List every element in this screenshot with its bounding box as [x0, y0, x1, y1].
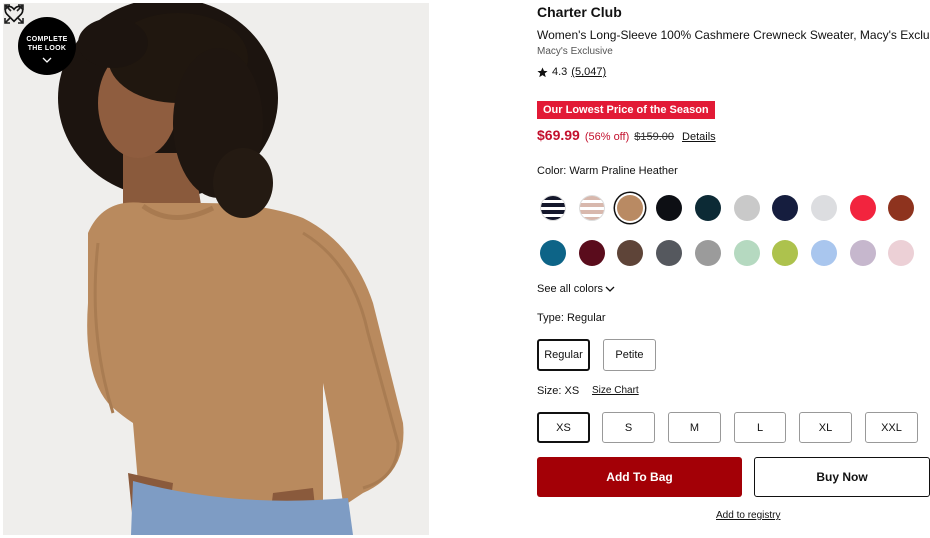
color-swatch-pink[interactable] — [888, 240, 915, 266]
product-image[interactable]: COMPLETE THE LOOK — [3, 3, 429, 535]
sale-price: $69.99 — [537, 127, 580, 143]
model-photo — [3, 3, 429, 535]
color-swatch-dark-teal[interactable] — [694, 195, 721, 221]
size-m-button[interactable]: M — [668, 412, 721, 443]
complete-the-look-button[interactable]: COMPLETE THE LOOK — [18, 17, 76, 75]
color-swatch-lime[interactable] — [772, 240, 799, 266]
exclusive-label: Macy's Exclusive — [537, 46, 613, 57]
type-petite-button[interactable]: Petite — [603, 339, 656, 371]
color-swatch-brown[interactable] — [617, 240, 644, 266]
discount-percent: (56% off) — [584, 131, 630, 143]
color-swatch-warm-praline-heather[interactable] — [617, 195, 644, 221]
add-to-bag-button[interactable]: Add To Bag — [537, 457, 742, 497]
add-to-registry-link[interactable]: Add to registry — [716, 510, 780, 521]
size-l-button[interactable]: L — [734, 412, 786, 443]
price-row: $69.99 (56% off) $159.00 Details — [537, 127, 716, 143]
color-swatch-teal-blue[interactable] — [540, 240, 566, 266]
color-swatch-light-blue[interactable] — [810, 240, 837, 266]
rating[interactable]: 4.3 (5,047) — [537, 66, 606, 78]
color-swatch-red[interactable] — [849, 195, 876, 221]
size-xxl-button[interactable]: XXL — [865, 412, 918, 443]
see-all-colors-link[interactable]: See all colors — [537, 283, 615, 295]
color-swatch-lilac[interactable] — [849, 240, 876, 266]
color-swatch-beige-white-stripe[interactable] — [578, 195, 605, 221]
price-details-link[interactable]: Details — [682, 131, 716, 143]
color-swatch-charcoal[interactable] — [656, 240, 683, 266]
color-swatch-black[interactable] — [656, 195, 683, 221]
product-title: Women's Long-Sleeve 100% Cashmere Crewne… — [537, 28, 930, 42]
color-swatch-grey-heather[interactable] — [694, 240, 721, 266]
chevron-down-icon — [42, 57, 52, 63]
size-xs-button[interactable]: XS — [537, 412, 590, 443]
size-xl-button[interactable]: XL — [799, 412, 852, 443]
color-label: Color: Warm Praline Heather — [537, 165, 678, 177]
badge-line2: THE LOOK — [27, 45, 67, 52]
color-swatch-burgundy[interactable] — [578, 240, 605, 266]
type-label: Type: Regular — [537, 312, 606, 324]
rating-value: 4.3 — [552, 66, 568, 78]
buy-now-button[interactable]: Buy Now — [754, 457, 930, 497]
promo-badge: Our Lowest Price of the Season — [537, 101, 715, 119]
color-swatch-navy[interactable] — [772, 195, 799, 221]
color-swatch-mint[interactable] — [733, 240, 760, 266]
size-label: Size: XS — [537, 385, 580, 397]
size-chart-link[interactable]: Size Chart — [592, 385, 639, 396]
color-swatch-light-grey-heather[interactable] — [733, 195, 760, 221]
type-regular-button[interactable]: Regular — [537, 339, 590, 371]
chevron-down-icon — [605, 286, 615, 292]
color-swatch-rust[interactable] — [888, 195, 915, 221]
color-swatch-navy-white-stripe[interactable] — [540, 195, 566, 221]
star-icon — [537, 66, 548, 77]
color-swatch-pale-grey[interactable] — [810, 195, 837, 221]
brand-link[interactable]: Charter Club — [537, 4, 622, 20]
size-s-button[interactable]: S — [602, 412, 655, 443]
original-price: $159.00 — [634, 131, 675, 143]
badge-line1: COMPLETE — [26, 36, 68, 43]
review-count-link[interactable]: (5,047) — [571, 66, 606, 78]
expand-icon[interactable] — [3, 3, 25, 25]
see-all-colors-label: See all colors — [537, 283, 604, 295]
